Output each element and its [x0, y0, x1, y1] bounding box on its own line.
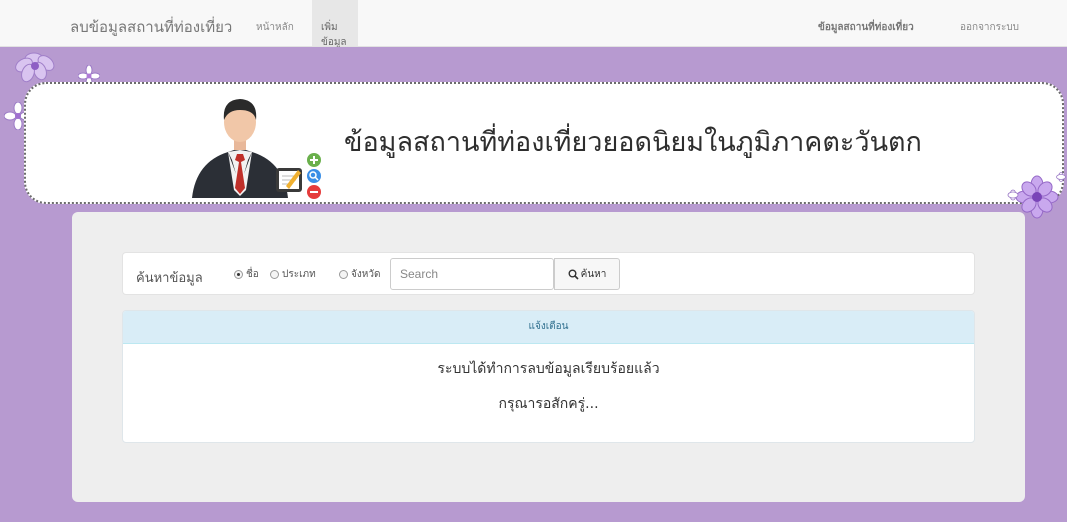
alert-panel: แจ้งเตือน ระบบได้ทำการลบข้อมูลเรียบร้อยแ…: [122, 310, 975, 443]
content-panel: ค้นหาข้อมูล ชื่อ ประเภท จังหวัด ค้นหา: [72, 212, 1025, 502]
search-icon: [568, 269, 579, 280]
header-banner: ข้อมูลสถานที่ท่องเที่ยวยอดนิยมในภูมิภาคต…: [24, 82, 1064, 204]
alert-submessage: กรุณารอสักครู่...: [498, 396, 599, 412]
nav-places-link[interactable]: ข้อมูลสถานที่ท่องเที่ยว: [818, 20, 914, 35]
nav-home-link[interactable]: หน้าหลัก: [256, 20, 294, 35]
radio-province-label: จังหวัด: [351, 269, 381, 280]
nav-logout-link[interactable]: ออกจากระบบ: [960, 20, 1019, 35]
navbar-brand[interactable]: ลบข้อมูลสถานที่ท่องเที่ยว: [70, 15, 232, 39]
alert-heading: แจ้งเตือน: [123, 311, 974, 344]
search-label: ค้นหาข้อมูล: [136, 271, 203, 286]
radio-type[interactable]: ประเภท: [270, 267, 316, 282]
search-input[interactable]: [390, 258, 554, 290]
radio-type-label: ประเภท: [282, 269, 316, 280]
radio-province[interactable]: จังหวัด: [339, 267, 380, 282]
alert-message: ระบบได้ทำการลบข้อมูลเรียบร้อยแล้ว: [437, 361, 660, 377]
search-form: ค้นหาข้อมูล ชื่อ ประเภท จังหวัด ค้นหา: [122, 252, 975, 295]
nav-add-data-label: เพิ่มข้อมูล: [321, 22, 347, 48]
page-background: ข้อมูลสถานที่ท่องเที่ยวยอดนิยมในภูมิภาคต…: [0, 47, 1067, 522]
search-button-label: ค้นหา: [580, 268, 607, 280]
user-avatar-icon: [188, 90, 338, 200]
nav-add-data-link[interactable]: เพิ่มข้อมูล: [312, 0, 358, 48]
radio-name-label: ชื่อ: [246, 269, 259, 280]
radio-province-dot[interactable]: [339, 270, 348, 279]
search-button[interactable]: ค้นหา: [554, 258, 620, 290]
navbar: ลบข้อมูลสถานที่ท่องเที่ยว หน้าหลัก เพิ่ม…: [0, 0, 1067, 48]
radio-name[interactable]: ชื่อ: [234, 267, 259, 282]
radio-type-dot[interactable]: [270, 270, 279, 279]
banner-title: ข้อมูลสถานที่ท่องเที่ยวยอดนิยมในภูมิภาคต…: [344, 127, 922, 158]
radio-name-dot[interactable]: [234, 270, 243, 279]
